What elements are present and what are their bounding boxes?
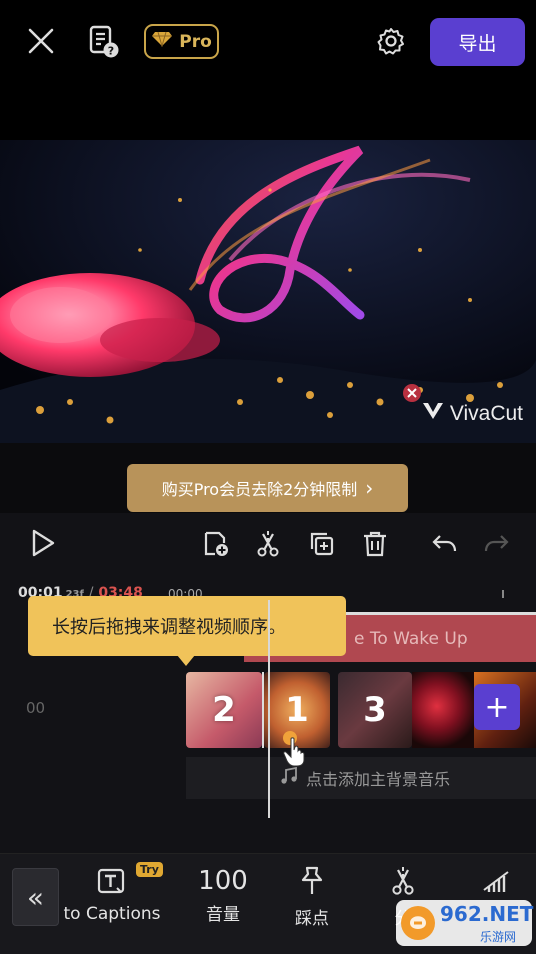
clip-thumbnail[interactable]: 3: [338, 672, 412, 748]
hand-pointer-icon: [282, 737, 308, 771]
track-time-label: 00: [26, 699, 46, 717]
diamond-icon: [151, 31, 173, 52]
clip-filmstrip: [412, 672, 474, 748]
tooltip-arrow: [177, 655, 195, 666]
clip-index: 3: [363, 690, 387, 730]
beat-label: 踩点: [295, 909, 329, 929]
captions-label: to Captions: [63, 904, 161, 924]
chevron-right-icon: ›: [365, 476, 374, 500]
signal-tool[interactable]: [474, 866, 518, 902]
try-badge: Try: [136, 862, 163, 877]
vivacut-logo-icon: [422, 401, 444, 427]
pin-icon: [298, 866, 326, 900]
beat-tool[interactable]: 踩点: [282, 866, 342, 929]
site-watermark: 962.NET 乐游网: [396, 898, 534, 948]
split-icon[interactable]: [252, 528, 284, 560]
captions-icon: [97, 866, 127, 900]
site-watermark-text: 962.NET: [440, 902, 534, 926]
svg-text:?: ?: [108, 45, 114, 58]
add-clip-button[interactable]: +: [474, 684, 520, 730]
gear-icon[interactable]: [374, 24, 408, 58]
reorder-tooltip: 长按后拖拽来调整视频顺序。: [28, 596, 346, 656]
clip-thumbnail[interactable]: 2: [186, 672, 262, 748]
delete-icon[interactable]: [359, 528, 391, 560]
document-question-icon[interactable]: ?: [86, 24, 122, 60]
play-icon[interactable]: [26, 526, 60, 560]
ruler-tick: [502, 590, 504, 598]
vivacut-watermark: VivaCut: [422, 401, 523, 427]
undo-icon[interactable]: [428, 528, 460, 560]
watermark-text: VivaCut: [449, 402, 523, 425]
promo-label: 购买Pro会员去除2分钟限制: [161, 480, 358, 499]
music-title: e To Wake Up: [354, 628, 468, 649]
video-preview[interactable]: VivaCut: [0, 140, 536, 443]
signal-icon: [481, 866, 511, 898]
collapse-button[interactable]: «: [12, 868, 59, 926]
tooltip-text: 长按后拖拽来调整视频顺序。: [52, 617, 286, 638]
preview-frame: [0, 140, 536, 443]
volume-value: 100: [198, 866, 248, 896]
split-icon: [389, 866, 417, 900]
pro-badge[interactable]: Pro: [144, 24, 219, 59]
playhead[interactable]: [268, 600, 270, 818]
bgm-label: 点击添加主背景音乐: [306, 770, 451, 789]
pro-label: Pro: [179, 31, 212, 52]
close-icon[interactable]: [24, 24, 58, 58]
clip-index: 2: [212, 690, 236, 730]
add-bgm-row[interactable]: 点击添加主背景音乐: [186, 757, 536, 799]
volume-label: 音量: [206, 905, 240, 925]
export-button[interactable]: 导出: [430, 18, 525, 66]
site-watermark-subtext: 乐游网: [480, 930, 517, 944]
redo-icon[interactable]: [481, 528, 513, 560]
duplicate-icon[interactable]: [306, 528, 338, 560]
add-clip-icon[interactable]: [200, 528, 232, 560]
clip-index: 1: [285, 690, 309, 730]
pro-promo-banner[interactable]: 购买Pro会员去除2分钟限制 ›: [127, 464, 408, 512]
volume-tool[interactable]: 100 音量: [190, 866, 256, 925]
